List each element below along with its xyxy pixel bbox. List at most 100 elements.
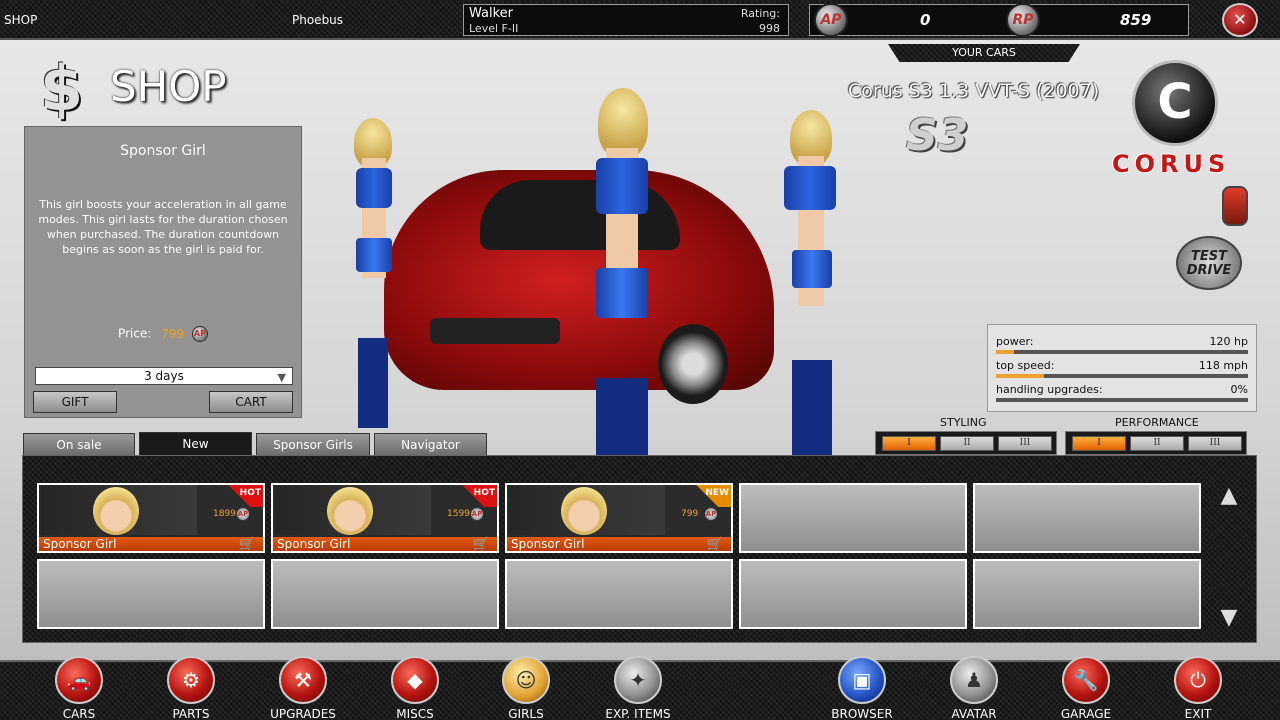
- stat-bar: [996, 398, 1248, 402]
- empty-slot: [973, 559, 1201, 629]
- model-badge: S3: [906, 110, 969, 161]
- upgrades-icon[interactable]: ⚒: [279, 656, 327, 704]
- item-description: This girl boosts your acceleration in al…: [38, 198, 288, 256]
- tab-navigator[interactable]: Navigator: [374, 433, 487, 455]
- car-name: Corus S3 1.3 VVT-S (2007): [848, 80, 1100, 102]
- shop-item-card[interactable]: HOT 1899 AP Sponsor Girl 🛒: [37, 483, 265, 553]
- shop-item-card[interactable]: NEW 799 AP Sponsor Girl 🛒: [505, 483, 733, 553]
- item-price: 799: [681, 509, 699, 519]
- performance-level-1-button[interactable]: I: [1072, 436, 1126, 451]
- tab-new[interactable]: New: [139, 432, 252, 456]
- server-name: Phoebus: [292, 13, 344, 27]
- section-title: SHOP: [4, 13, 38, 27]
- styling-level-3-button[interactable]: III: [998, 436, 1052, 451]
- garage-icon[interactable]: 🔧: [1062, 656, 1110, 704]
- sponsor-girl-figure: [570, 88, 670, 455]
- rating-label: Rating:: [740, 7, 780, 20]
- cart-button[interactable]: CART: [209, 391, 293, 413]
- rp-coin-icon: RP: [1006, 3, 1040, 37]
- nav-exit[interactable]: ⏻ EXIT: [1148, 656, 1248, 720]
- item-price: 1899: [213, 509, 236, 519]
- cart-icon[interactable]: 🛒: [239, 537, 255, 552]
- styling-level-group: I II III: [875, 431, 1057, 455]
- nav-label: MISCS: [396, 707, 434, 720]
- stat-bar: [996, 374, 1248, 378]
- page-title: SHOP: [110, 62, 227, 111]
- nav-miscs[interactable]: ◆ MISCS: [365, 656, 465, 720]
- car-topview-icon[interactable]: [1222, 186, 1248, 226]
- nav-exp-items[interactable]: ✦ EXP. ITEMS: [588, 656, 688, 720]
- nav-parts[interactable]: ⚙ PARTS: [141, 656, 241, 720]
- parts-icon[interactable]: ⚙: [167, 656, 215, 704]
- rp-balance: 859: [1120, 11, 1152, 29]
- duration-select[interactable]: 3 days ▼: [35, 367, 293, 385]
- tab-on-sale[interactable]: On sale: [23, 433, 135, 455]
- scroll-down-icon[interactable]: ▼: [1214, 606, 1244, 630]
- price-value: 799: [161, 326, 185, 341]
- item-info-panel: Sponsor Girl This girl boosts your accel…: [24, 126, 302, 418]
- currency-box: AP 0 RP 859: [809, 3, 1189, 37]
- gift-button[interactable]: GIFT: [33, 391, 117, 413]
- shop-item-card[interactable]: HOT 1599 AP Sponsor Girl 🛒: [271, 483, 499, 553]
- test-drive-button[interactable]: TEST DRIVE: [1176, 236, 1242, 290]
- empty-slot: [271, 559, 499, 629]
- stat-fill: [996, 374, 1044, 378]
- exp-items-icon[interactable]: ✦: [614, 656, 662, 704]
- item-thumbnail: [41, 485, 197, 535]
- avatar-icon[interactable]: ♟: [950, 656, 998, 704]
- stat-fill: [996, 350, 1014, 354]
- performance-level-2-button[interactable]: II: [1130, 436, 1184, 451]
- nav-upgrades[interactable]: ⚒ UPGRADES: [253, 656, 353, 720]
- price-label: Price:: [118, 326, 152, 341]
- nav-label: CARS: [62, 707, 96, 720]
- nav-cars[interactable]: 🚗 CARS: [29, 656, 129, 720]
- performance-level-3-button[interactable]: III: [1188, 436, 1242, 451]
- bottom-nav: 🚗 CARS ⚙ PARTS ⚒ UPGRADES ◆ MISCS ☺ GIRL…: [0, 656, 1280, 720]
- cart-icon[interactable]: 🛒: [707, 537, 723, 552]
- stat-value: 118 mph: [1198, 359, 1248, 372]
- stat-top-speed: top speed: 118 mph: [996, 357, 1248, 379]
- car-stats-panel: power: 120 hp top speed: 118 mph handlin…: [987, 324, 1257, 412]
- scroll-up-icon[interactable]: ▲: [1214, 484, 1244, 508]
- styling-level-1-button[interactable]: I: [882, 436, 936, 451]
- stat-handling-upgrades: handling upgrades: 0%: [996, 381, 1248, 403]
- nav-garage[interactable]: 🔧 GARAGE: [1036, 656, 1136, 720]
- nav-label: GARAGE: [1060, 707, 1112, 720]
- price-row: Price: 799 AP: [25, 326, 301, 342]
- empty-slot: [37, 559, 265, 629]
- stat-value: 0%: [1230, 383, 1248, 396]
- top-bar: SHOP Phoebus Walker Level F-II Rating: 9…: [0, 0, 1280, 40]
- ap-coin-icon: AP: [704, 507, 718, 521]
- nav-label: AVATAR: [951, 707, 997, 720]
- cart-icon[interactable]: 🛒: [473, 537, 489, 552]
- item-thumbnail: [509, 485, 665, 535]
- styling-level-2-button[interactable]: II: [940, 436, 994, 451]
- nav-browser[interactable]: ▣ BROWSER: [812, 656, 912, 720]
- nav-label: UPGRADES: [270, 707, 336, 720]
- car-icon[interactable]: 🚗: [55, 656, 103, 704]
- performance-level-group: I II III: [1065, 431, 1247, 455]
- nav-label: EXP. ITEMS: [605, 707, 671, 720]
- girl-icon[interactable]: ☺: [502, 656, 550, 704]
- player-level: Level F-II: [469, 22, 519, 35]
- duration-value: 3 days: [144, 369, 184, 383]
- player-info: Walker Level F-II Rating: 998: [463, 4, 789, 36]
- exit-icon[interactable]: ⏻: [1174, 656, 1222, 704]
- miscs-icon[interactable]: ◆: [391, 656, 439, 704]
- ap-balance: 0: [920, 11, 931, 29]
- chevron-down-icon[interactable]: ▼: [278, 370, 286, 386]
- showroom-scene: [300, 60, 900, 460]
- item-name: Sponsor Girl: [277, 537, 351, 551]
- nav-avatar[interactable]: ♟ AVATAR: [924, 656, 1024, 720]
- close-icon[interactable]: ✕: [1222, 3, 1258, 37]
- nav-girls[interactable]: ☺ GIRLS: [476, 656, 576, 720]
- empty-slot: [505, 559, 733, 629]
- stat-value: 120 hp: [1209, 335, 1248, 348]
- dollar-icon: $: [40, 52, 84, 125]
- browser-icon[interactable]: ▣: [838, 656, 886, 704]
- your-cars-tab[interactable]: YOUR CARS: [888, 44, 1080, 62]
- nav-label: GIRLS: [508, 707, 544, 720]
- item-title: Sponsor Girl: [120, 143, 206, 159]
- tab-sponsor-girls[interactable]: Sponsor Girls: [256, 433, 370, 455]
- stat-bar: [996, 350, 1248, 354]
